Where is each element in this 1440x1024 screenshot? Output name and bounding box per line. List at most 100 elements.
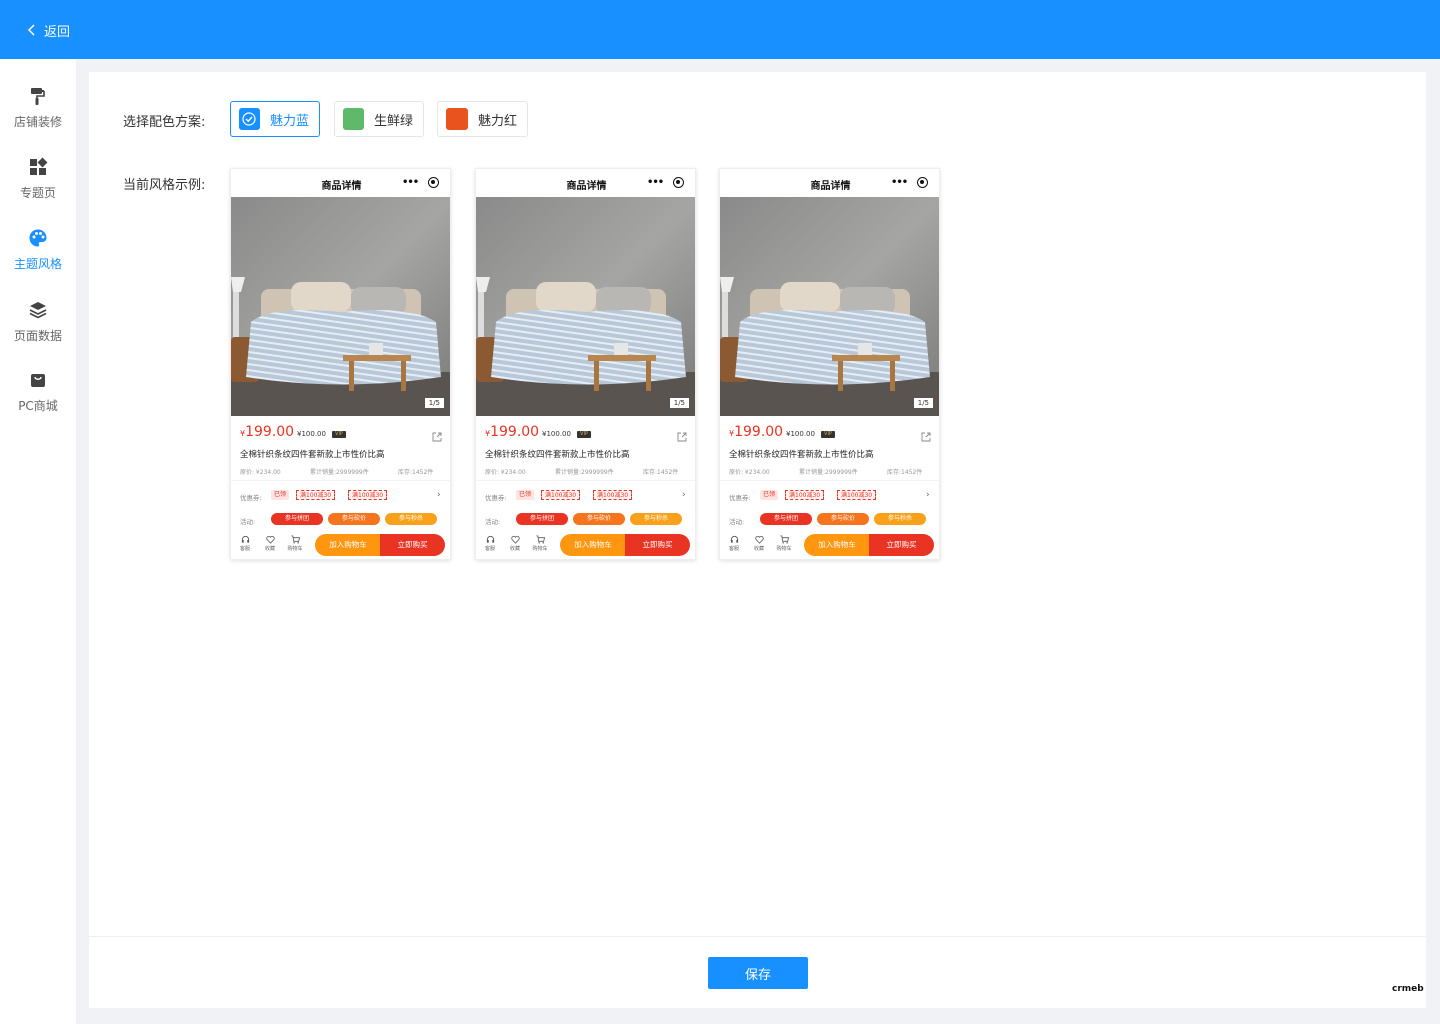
activity-bargain[interactable]: 参与砍价	[817, 513, 869, 525]
phone-header: 商品详情 •••	[476, 169, 695, 197]
bottom-icon-label: 购物车	[532, 546, 548, 552]
customer-service-button[interactable]: 客服	[235, 535, 255, 552]
save-button[interactable]: 保存	[708, 957, 808, 989]
vip-badge: VIP	[577, 431, 591, 438]
coupon-got-tag: 已领	[516, 490, 535, 500]
coupon-tag[interactable]: 满100减30	[837, 490, 877, 500]
chevron-right-icon[interactable]: ›	[926, 490, 930, 500]
add-to-cart-button[interactable]: 加入购物车	[560, 534, 626, 556]
headset-icon	[730, 535, 738, 543]
coupon-tag[interactable]: 满100减30	[785, 490, 825, 500]
customer-service-button[interactable]: 客服	[480, 535, 500, 552]
activity-seckill[interactable]: 参与秒杀	[385, 513, 437, 525]
activity-bargain[interactable]: 参与砍价	[328, 513, 380, 525]
coupon-tag[interactable]: 满100减30	[541, 490, 581, 500]
bottom-icon-label: 收藏	[264, 546, 275, 552]
activity-group-buy[interactable]: 参与拼团	[760, 513, 812, 525]
sidebar-item-page-data[interactable]: 页面数据	[0, 299, 76, 355]
phone-bottom-bar: 客服 收藏 购物车 加入购物车 立即购买	[720, 530, 939, 559]
coupon-got-tag: 已领	[760, 490, 779, 500]
buy-now-button[interactable]: 立即购买	[380, 534, 445, 556]
preview-label: 当前风格示例:	[123, 178, 206, 193]
coupon-tag[interactable]: 满100减30	[296, 490, 336, 500]
grid-icon	[27, 156, 49, 178]
activity-group-buy[interactable]: 参与拼团	[271, 513, 323, 525]
buy-now-button[interactable]: 立即购买	[869, 534, 934, 556]
scheme-option-green[interactable]: 生鲜绿	[334, 101, 424, 137]
product-name: 全棉针织条纹四件套新款上市性价比高	[729, 450, 874, 460]
customer-service-button[interactable]: 客服	[724, 535, 744, 552]
chevron-right-icon[interactable]: ›	[682, 490, 686, 500]
coupon-tag[interactable]: 满100减30	[593, 490, 633, 500]
add-to-cart-button[interactable]: 加入购物车	[804, 534, 870, 556]
vip-price: ¥100.00	[542, 430, 571, 438]
sidebar-item-theme-style[interactable]: 主题风格	[0, 227, 76, 283]
phone-header: 商品详情 •••	[720, 169, 939, 197]
coupon-label: 优惠券:	[240, 494, 262, 502]
product-name: 全棉针织条纹四件套新款上市性价比高	[485, 450, 630, 460]
favorite-button[interactable]: 收藏	[260, 535, 280, 552]
coupon-got-tag: 已领	[271, 490, 290, 500]
target-icon	[428, 177, 439, 188]
favorite-button[interactable]: 收藏	[749, 535, 769, 552]
sidebar-item-topic-page[interactable]: 专题页	[0, 156, 76, 212]
sales-count: 累计销量:2999999件	[310, 469, 369, 476]
activity-group-buy[interactable]: 参与拼团	[516, 513, 568, 525]
cart-button[interactable]: 购物车	[285, 535, 305, 552]
cart-icon	[779, 535, 789, 544]
bottom-icon-label: 客服	[239, 546, 250, 552]
sidebar: 店铺装修 专题页 主题风格 页面数据 PC商城	[0, 59, 76, 1024]
back-button[interactable]: 返回	[26, 20, 70, 40]
scheme-option-label: 生鲜绿	[373, 113, 413, 129]
activity-seckill[interactable]: 参与秒杀	[874, 513, 926, 525]
coupon-tag[interactable]: 满100减30	[348, 490, 388, 500]
stock-count: 库存:1452件	[398, 469, 434, 476]
share-icon[interactable]	[921, 427, 931, 442]
price: ¥199.00	[240, 424, 294, 440]
palette-icon	[27, 227, 49, 249]
headset-icon	[241, 535, 249, 543]
cart-icon	[535, 535, 545, 544]
buy-now-button[interactable]: 立即购买	[625, 534, 690, 556]
sidebar-item-store-decoration[interactable]: 店铺装修	[0, 85, 76, 141]
shop-bag-icon	[27, 369, 49, 391]
back-label: 返回	[44, 24, 71, 40]
product-name: 全棉针织条纹四件套新款上市性价比高	[240, 450, 385, 460]
bottom-icon-label: 收藏	[753, 546, 764, 552]
scheme-option-label: 魅力蓝	[269, 113, 309, 129]
crmeb-logo: crmeb	[1392, 984, 1424, 994]
sidebar-item-label: PC商城	[18, 399, 58, 413]
share-icon[interactable]	[677, 427, 687, 442]
cart-button[interactable]: 购物车	[530, 535, 550, 552]
chevron-right-icon[interactable]: ›	[437, 490, 441, 500]
more-icon: •••	[402, 177, 419, 188]
sidebar-item-pc-mall[interactable]: PC商城	[0, 369, 76, 425]
bottom-icon-label: 客服	[728, 546, 739, 552]
favorite-button[interactable]: 收藏	[505, 535, 525, 552]
vip-badge: VIP	[821, 431, 835, 438]
more-icon: •••	[891, 177, 908, 188]
activity-label: 活动:	[485, 518, 501, 526]
activity-seckill[interactable]: 参与秒杀	[630, 513, 682, 525]
divider	[476, 480, 695, 481]
scheme-label: 选择配色方案:	[123, 115, 206, 130]
activity-bargain[interactable]: 参与砍价	[573, 513, 625, 525]
layers-icon	[27, 299, 49, 321]
image-pager: 1/5	[424, 398, 444, 408]
scheme-option-red[interactable]: 魅力红	[437, 101, 528, 137]
phone-header: 商品详情 •••	[231, 169, 450, 197]
scheme-option-blue[interactable]: 魅力蓝	[230, 101, 320, 137]
theme-style-panel: 选择配色方案: 魅力蓝 生鲜绿 魅力红 当前风格示例: 商品详情 ••• 1/5…	[89, 72, 1426, 1008]
heart-icon	[510, 535, 520, 544]
original-price: 原价: ¥234.00	[240, 469, 281, 476]
cart-button[interactable]: 购物车	[774, 535, 794, 552]
price-value: 199.00	[734, 424, 784, 440]
original-price: 原价: ¥234.00	[485, 469, 526, 476]
more-icon: •••	[647, 177, 664, 188]
share-icon[interactable]	[432, 427, 442, 442]
price: ¥199.00	[729, 424, 783, 440]
coupon-label: 优惠券:	[485, 494, 507, 502]
add-to-cart-button[interactable]: 加入购物车	[315, 534, 381, 556]
phone-preview-1: 商品详情 ••• 1/5 ¥199.00 ¥100.00 VIP 全棉针织条纹四…	[230, 168, 451, 560]
price: ¥199.00	[485, 424, 539, 440]
